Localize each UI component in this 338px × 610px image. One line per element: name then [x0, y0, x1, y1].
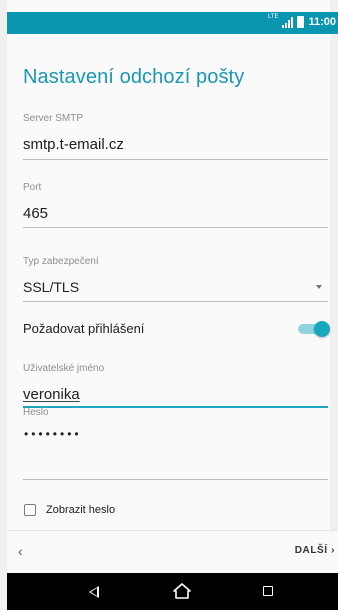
navigation-bar	[7, 573, 338, 610]
show-password-checkbox[interactable]	[24, 504, 36, 516]
recent-apps-icon[interactable]	[263, 586, 273, 596]
status-indicators: LTE 11:00	[267, 14, 336, 28]
back-button[interactable]: ‹	[18, 543, 23, 559]
password-underline	[23, 479, 328, 480]
security-label: Typ zabezpečení	[23, 256, 99, 267]
username-field[interactable]: veronika	[23, 386, 80, 403]
port-field[interactable]: 465	[23, 205, 48, 222]
bottom-action-bar: ‹ DALŠÍ ›	[7, 530, 338, 573]
back-triangle-icon[interactable]	[89, 586, 99, 598]
page-title: Nastavení odchozí pošty	[23, 66, 245, 88]
chevron-down-icon[interactable]	[316, 285, 322, 289]
password-field[interactable]: ••••••••	[24, 427, 82, 441]
require-login-toggle[interactable]	[298, 321, 330, 337]
screen-frame-right	[330, 0, 338, 610]
server-field[interactable]: smtp.t-email.cz	[23, 136, 124, 153]
security-select[interactable]: SSL/TLS	[23, 279, 79, 295]
port-label: Port	[23, 182, 42, 193]
require-login-label: Požadovat přihlášení	[23, 321, 145, 336]
battery-icon	[297, 16, 305, 28]
show-password-label: Zobrazit heslo	[46, 504, 116, 516]
screen-frame-left	[0, 0, 7, 610]
status-bar: LTE 11:00	[7, 12, 338, 34]
toggle-thumb	[314, 321, 330, 337]
security-underline	[23, 301, 328, 302]
home-icon[interactable]	[173, 583, 191, 599]
port-underline	[23, 227, 328, 228]
server-label: Server SMTP	[23, 113, 84, 124]
signal-icon	[282, 16, 294, 28]
username-label: Uživatelské jméno	[23, 363, 105, 374]
username-underline	[23, 406, 328, 408]
status-time: 11:00	[308, 16, 336, 28]
server-underline	[23, 159, 328, 160]
network-type: LTE	[267, 14, 279, 20]
next-button[interactable]: DALŠÍ ›	[295, 545, 335, 556]
password-label: Heslo	[23, 407, 49, 418]
